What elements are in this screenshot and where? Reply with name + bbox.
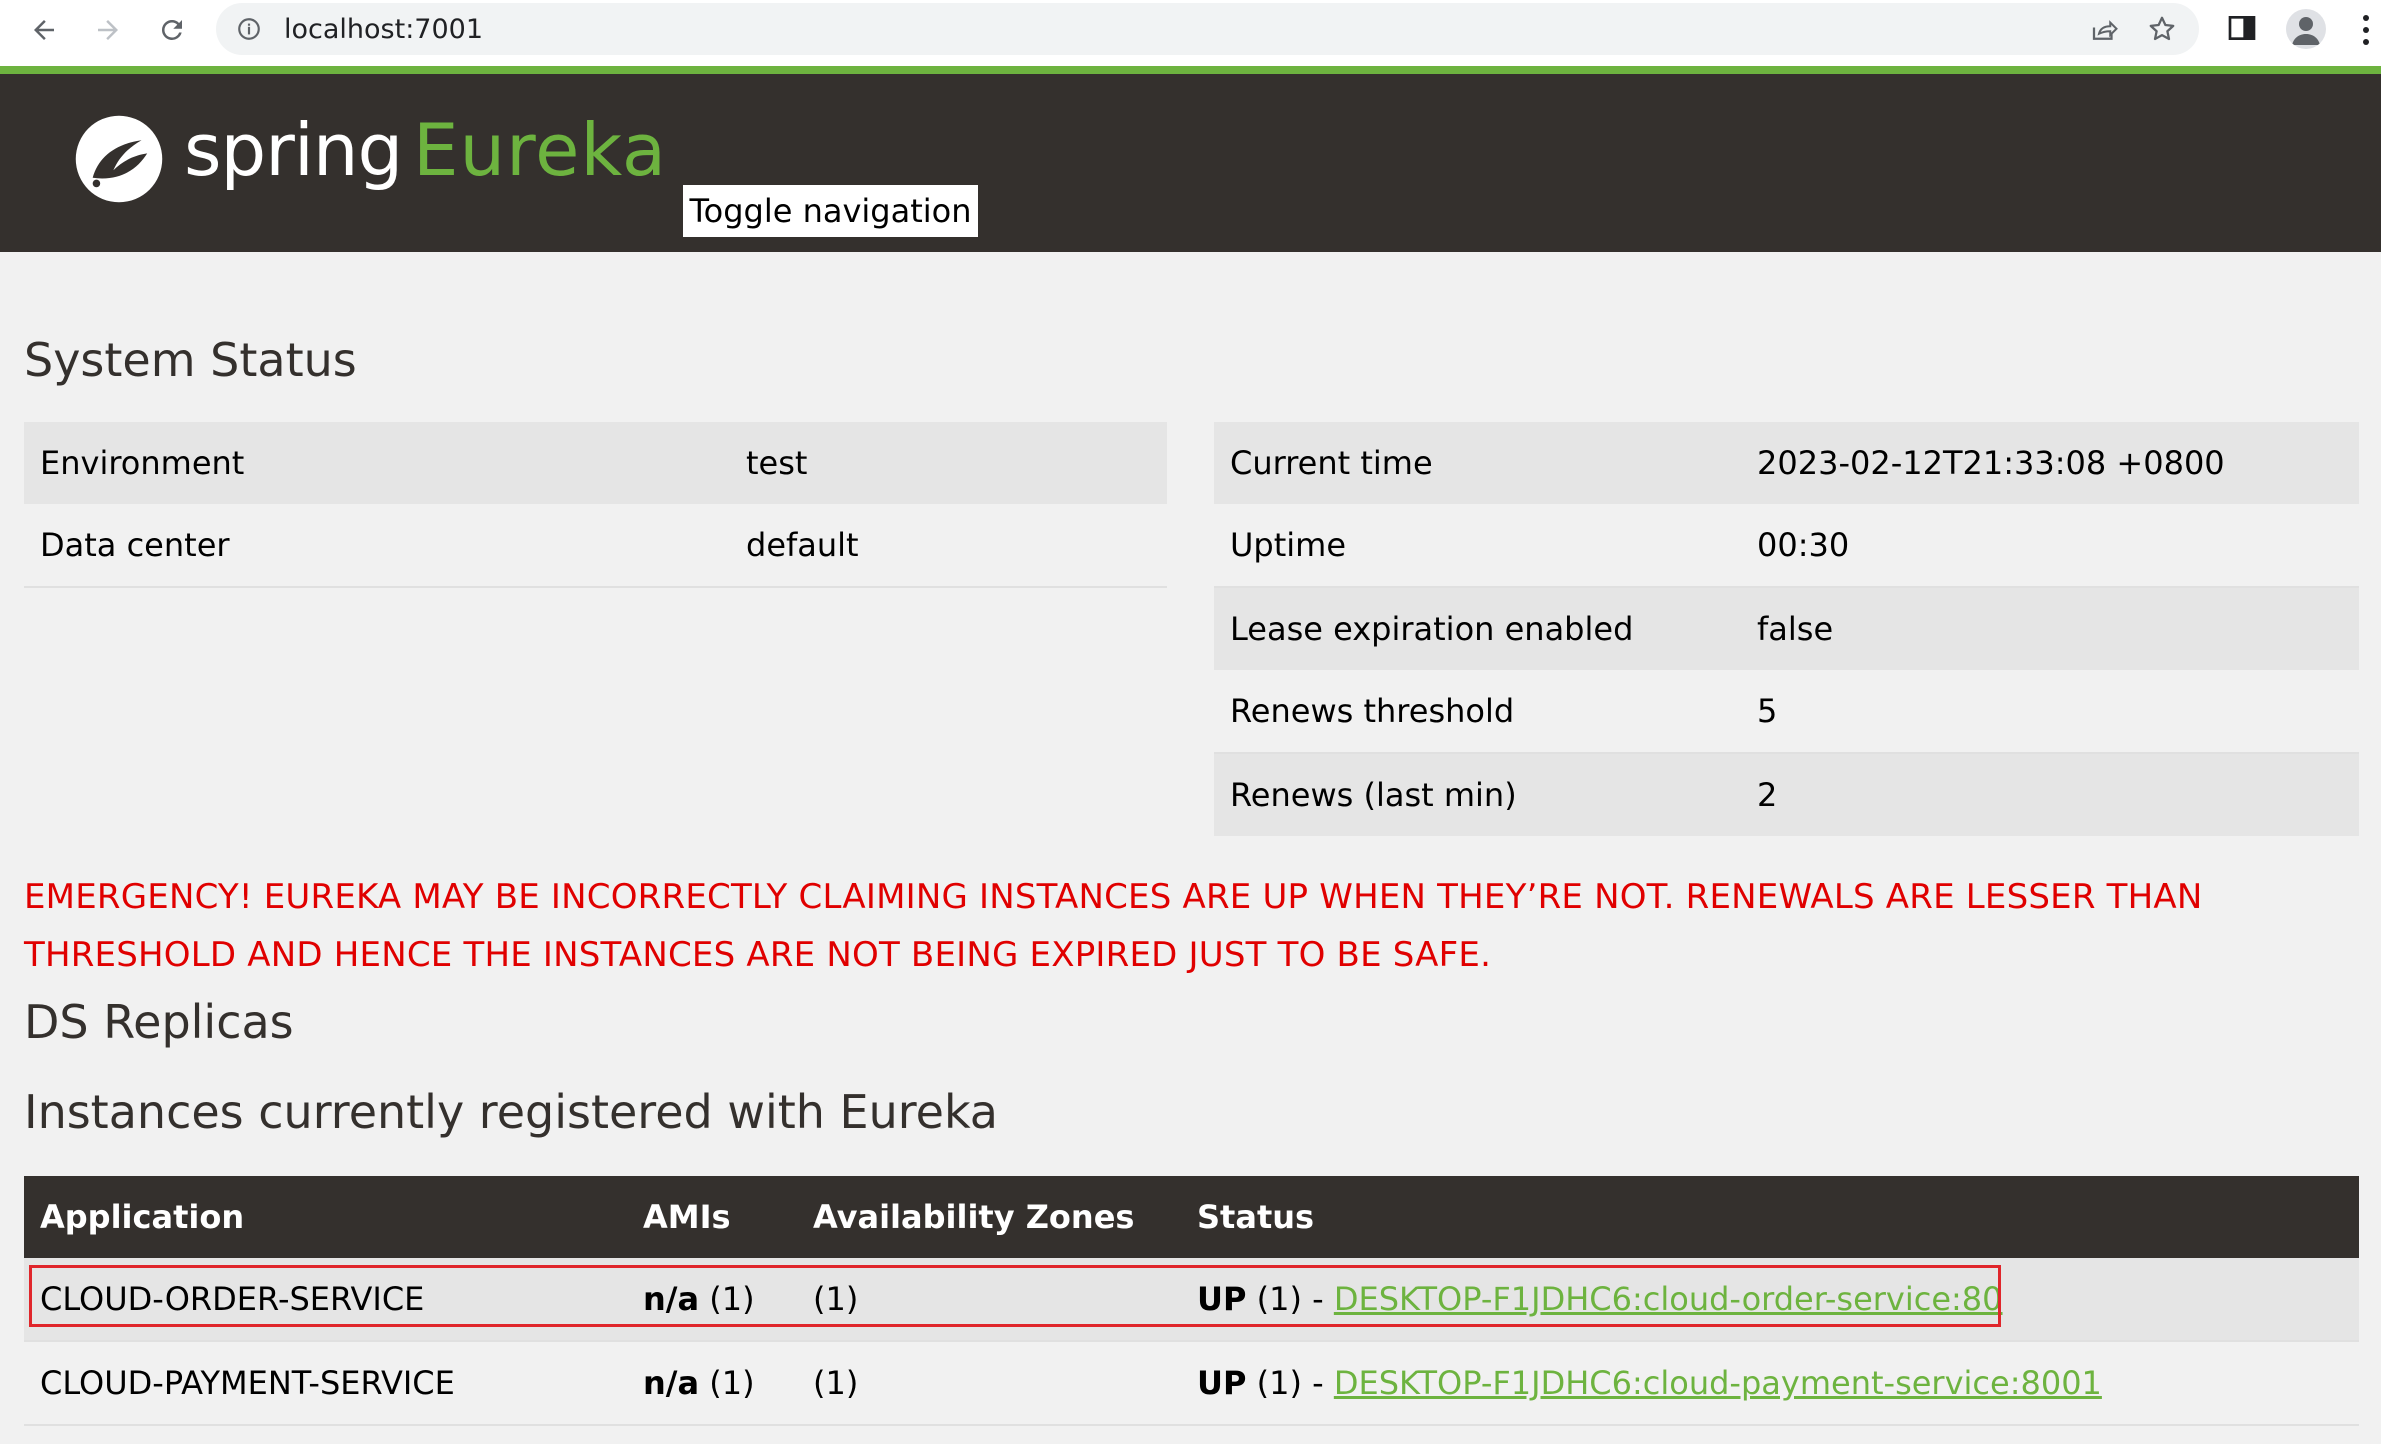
profile-icon[interactable] bbox=[2286, 9, 2326, 49]
status-value: 00:30 bbox=[1741, 504, 2359, 588]
amis-label: n/a bbox=[643, 1364, 700, 1402]
amis-cell: n/a (1) bbox=[627, 1341, 797, 1426]
accent-bar bbox=[0, 66, 2381, 74]
system-status-right-table: Current time 2023-02-12T21:33:08 +0800 U… bbox=[1214, 422, 2359, 836]
system-status-title: System Status bbox=[24, 333, 357, 387]
status-cell: UP (1) - DESKTOP-F1JDHC6:cloud-order-ser… bbox=[1181, 1258, 2359, 1342]
toggle-navigation-button[interactable]: Toggle navigation bbox=[683, 185, 978, 237]
status-key: Renews (last min) bbox=[1214, 753, 1741, 836]
amis-cell: n/a (1) bbox=[627, 1258, 797, 1342]
status-up: UP bbox=[1197, 1280, 1247, 1318]
url-text[interactable]: localhost:7001 bbox=[284, 14, 483, 45]
more-menu-icon[interactable] bbox=[2360, 13, 2372, 51]
instances-table: Application AMIs Availability Zones Stat… bbox=[24, 1176, 2359, 1426]
status-value: test bbox=[730, 422, 1167, 504]
table-row: Environment test bbox=[24, 422, 1167, 504]
status-value: default bbox=[730, 504, 1167, 588]
system-status-left-table: Environment test Data center default bbox=[24, 422, 1167, 588]
share-icon[interactable] bbox=[2089, 15, 2119, 49]
reload-icon[interactable] bbox=[152, 10, 192, 50]
column-header-application: Application bbox=[24, 1176, 627, 1258]
column-header-status: Status bbox=[1181, 1176, 2359, 1258]
status-count: (1) - bbox=[1256, 1364, 1324, 1402]
status-key: Data center bbox=[24, 504, 730, 588]
amis-label: n/a bbox=[643, 1280, 700, 1318]
instance-link[interactable]: DESKTOP-F1JDHC6:cloud-payment-service:80… bbox=[1334, 1364, 2102, 1402]
column-header-amis: AMIs bbox=[627, 1176, 797, 1258]
side-panel-icon[interactable] bbox=[2226, 12, 2258, 48]
table-row: Current time 2023-02-12T21:33:08 +0800 bbox=[1214, 422, 2359, 504]
info-icon[interactable] bbox=[236, 16, 262, 46]
table-row: Lease expiration enabled false bbox=[1214, 587, 2359, 670]
status-key: Environment bbox=[24, 422, 730, 504]
brand-eureka: Eureka bbox=[413, 108, 667, 192]
amis-count: (1) bbox=[709, 1364, 755, 1402]
table-row: Renews (last min) 2 bbox=[1214, 753, 2359, 836]
brand-spring: spring bbox=[184, 108, 403, 192]
forward-arrow-icon[interactable] bbox=[88, 10, 128, 50]
status-key: Lease expiration enabled bbox=[1214, 587, 1741, 670]
status-key: Uptime bbox=[1214, 504, 1741, 588]
star-icon[interactable] bbox=[2147, 14, 2177, 48]
column-header-availability-zones: Availability Zones bbox=[797, 1176, 1181, 1258]
table-row: Renews threshold 5 bbox=[1214, 670, 2359, 754]
status-up: UP bbox=[1197, 1364, 1247, 1402]
amis-count: (1) bbox=[709, 1280, 755, 1318]
table-row: CLOUD-PAYMENT-SERVICE n/a (1) (1) UP (1)… bbox=[24, 1341, 2359, 1426]
status-value: 5 bbox=[1741, 670, 2359, 754]
application-name: CLOUD-ORDER-SERVICE bbox=[24, 1258, 627, 1342]
status-key: Current time bbox=[1214, 422, 1741, 504]
status-cell: UP (1) - DESKTOP-F1JDHC6:cloud-payment-s… bbox=[1181, 1341, 2359, 1426]
status-value: 2023-02-12T21:33:08 +0800 bbox=[1741, 422, 2359, 504]
table-header-row: Application AMIs Availability Zones Stat… bbox=[24, 1176, 2359, 1258]
address-bar[interactable]: localhost:7001 bbox=[216, 3, 2199, 55]
instance-link[interactable]: DESKTOP-F1JDHC6:cloud-order-service:80 bbox=[1334, 1280, 2003, 1318]
status-key: Renews threshold bbox=[1214, 670, 1741, 754]
table-row: Data center default bbox=[24, 504, 1167, 588]
status-value: 2 bbox=[1741, 753, 2359, 836]
table-row: CLOUD-ORDER-SERVICE n/a (1) (1) UP (1) -… bbox=[24, 1258, 2359, 1342]
zones-cell: (1) bbox=[797, 1258, 1181, 1342]
table-row: Uptime 00:30 bbox=[1214, 504, 2359, 588]
back-arrow-icon[interactable] bbox=[24, 10, 64, 50]
emergency-warning: EMERGENCY! EUREKA MAY BE INCORRECTLY CLA… bbox=[24, 877, 2203, 975]
application-name: CLOUD-PAYMENT-SERVICE bbox=[24, 1341, 627, 1426]
spring-leaf-logo-icon[interactable] bbox=[72, 112, 166, 210]
instances-title: Instances currently registered with Eure… bbox=[24, 1085, 998, 1139]
status-value: false bbox=[1741, 587, 2359, 670]
status-count: (1) - bbox=[1256, 1280, 1324, 1318]
eureka-header: spring Eureka Toggle navigation bbox=[0, 74, 2381, 252]
browser-toolbar: localhost:7001 bbox=[0, 0, 2381, 66]
zones-cell: (1) bbox=[797, 1341, 1181, 1426]
ds-replicas-title: DS Replicas bbox=[24, 995, 294, 1049]
